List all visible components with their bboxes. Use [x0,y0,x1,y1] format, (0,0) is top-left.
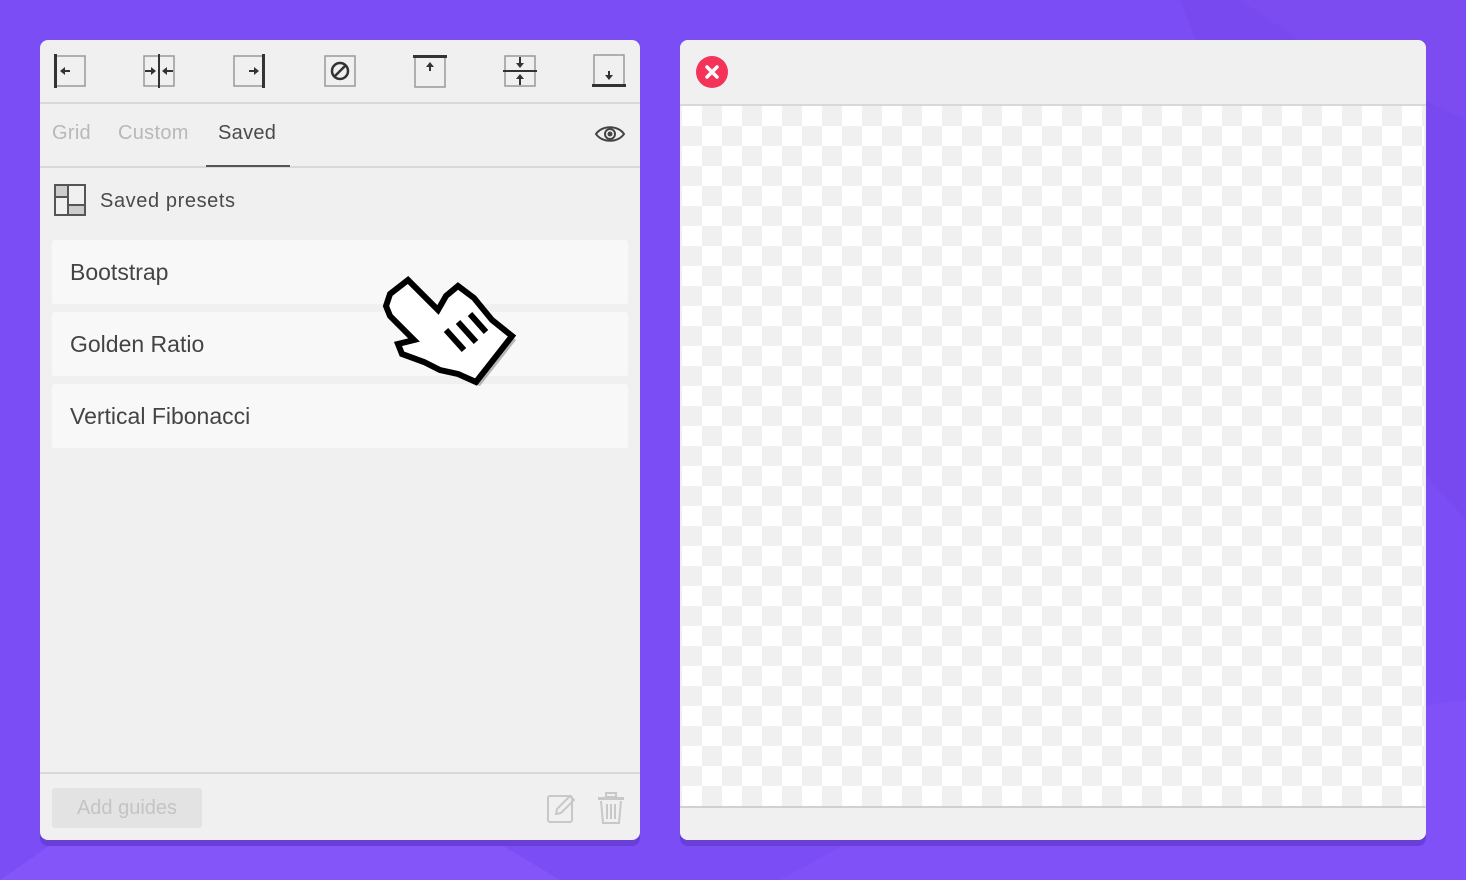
align-center-vertical-guide-icon [143,54,175,88]
preset-item-vertical-fibonacci[interactable]: Vertical Fibonacci [52,384,628,448]
guides-panel: Grid Custom Saved Saved presets Bootstra… [40,40,640,840]
preview-title-bar [680,40,1426,106]
align-center-vertical-guide-button[interactable] [142,54,176,88]
close-icon [705,65,719,79]
active-tab-indicator [206,165,290,167]
toggle-visibility-button[interactable] [594,120,626,148]
preview-footer [680,806,1426,840]
preset-item-bootstrap[interactable]: Bootstrap [52,240,628,304]
tab-saved[interactable]: Saved [218,122,276,145]
edit-icon [547,794,576,823]
layout-icon [54,184,86,216]
tab-custom[interactable]: Custom [118,122,189,145]
clear-guides-button[interactable] [323,54,357,88]
add-guides-button[interactable]: Add guides [52,788,202,828]
align-right-guide-icon [233,54,265,88]
align-right-guide-button[interactable] [233,54,267,88]
guide-toolbar [40,40,640,104]
align-middle-horizontal-guide-button[interactable] [503,54,537,88]
preview-window [680,40,1426,840]
clear-guides-icon [324,55,356,87]
tab-bar: Grid Custom Saved [40,104,640,168]
trash-icon [598,792,624,824]
align-bottom-guide-button[interactable] [592,54,626,88]
edit-button[interactable] [546,792,576,824]
align-left-guide-icon [54,54,86,88]
align-top-guide-button[interactable] [413,54,447,88]
saved-presets-header [54,184,86,216]
align-left-guide-button[interactable] [52,54,86,88]
preset-label: Golden Ratio [70,331,205,357]
align-middle-horizontal-guide-icon [503,55,537,87]
preset-item-golden-ratio[interactable]: Golden Ratio [52,312,628,376]
close-button[interactable] [696,56,728,88]
tab-grid[interactable]: Grid [52,122,91,145]
transparent-canvas[interactable] [682,106,1424,806]
preset-label: Bootstrap [70,259,169,285]
section-title: Saved presets [100,190,236,212]
eye-icon [594,126,626,142]
preset-label: Vertical Fibonacci [70,403,251,429]
panel-footer: Add guides [40,772,640,840]
align-top-guide-icon [413,55,447,88]
align-bottom-guide-icon [592,54,626,87]
delete-button[interactable] [596,792,626,824]
